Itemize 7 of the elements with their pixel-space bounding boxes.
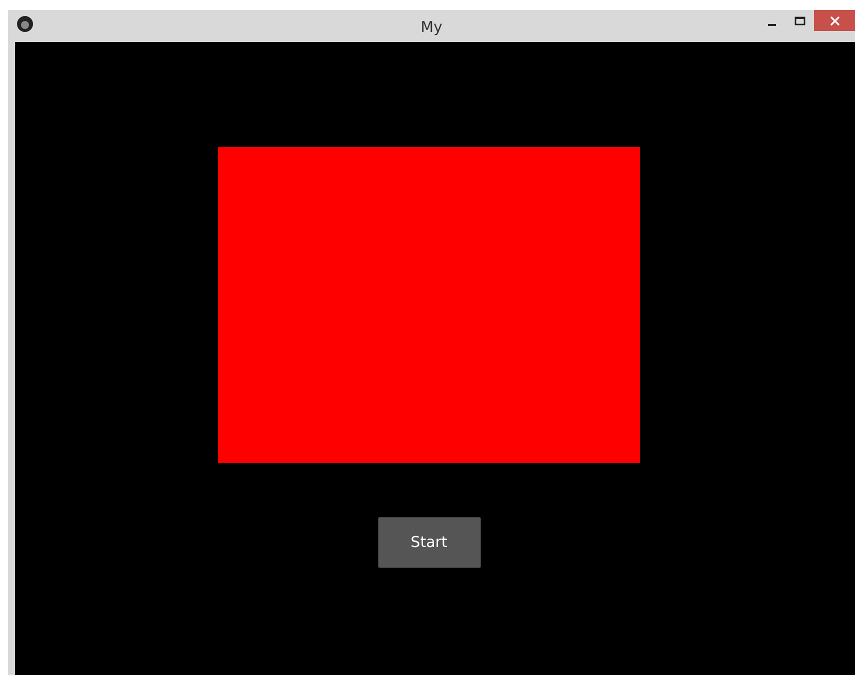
start-button[interactable]: Start [378,517,480,568]
close-button[interactable] [814,10,855,31]
maximize-icon [794,16,806,26]
minimize-icon [768,24,776,26]
window-title: My [420,17,442,38]
close-icon [830,16,840,26]
app-icon [16,15,34,33]
